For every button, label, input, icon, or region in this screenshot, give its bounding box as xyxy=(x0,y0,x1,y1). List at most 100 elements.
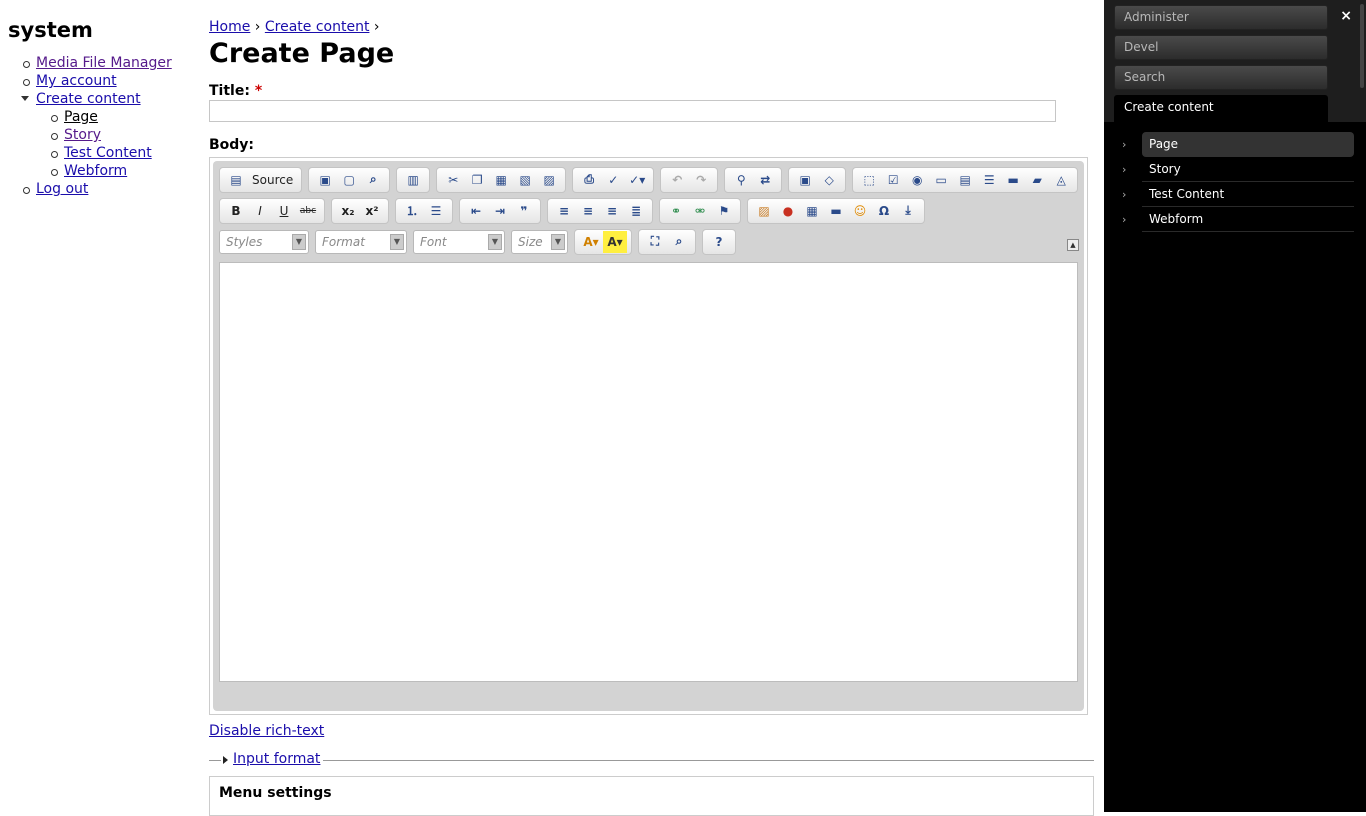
disable-rich-text-link[interactable]: Disable rich-text xyxy=(209,723,324,739)
menu-settings-legend[interactable]: Menu settings xyxy=(219,785,332,801)
form-icon[interactable]: ⬚ xyxy=(857,169,881,191)
help-icon[interactable]: ? xyxy=(707,231,731,253)
align-center-icon[interactable]: ≡ xyxy=(576,200,600,222)
admin-menu-item-label: Test Content xyxy=(1142,182,1354,207)
blockquote-icon[interactable]: ❞ xyxy=(512,200,536,222)
find-icon[interactable]: ⚲ xyxy=(729,169,753,191)
input-format-link[interactable]: Input format xyxy=(233,751,320,767)
horizontal-rule-icon[interactable]: ▬ xyxy=(824,200,848,222)
replace-icon[interactable]: ⇄ xyxy=(753,169,777,191)
nav-link-log-out[interactable]: Log out xyxy=(36,181,88,197)
chevron-right-icon: › xyxy=(1122,213,1127,226)
paste-word-icon[interactable]: ▨ xyxy=(537,169,561,191)
nav-link-story[interactable]: Story xyxy=(64,127,101,143)
remove-format-icon[interactable]: ◇ xyxy=(817,169,841,191)
new-page-icon[interactable]: ▢ xyxy=(337,169,361,191)
align-right-icon[interactable]: ≡ xyxy=(600,200,624,222)
textarea-icon[interactable]: ▤ xyxy=(953,169,977,191)
strikethrough-icon[interactable]: abc xyxy=(296,200,320,222)
background-color-icon[interactable]: A▾ xyxy=(603,230,627,253)
chevron-down-icon: ▼ xyxy=(390,233,404,250)
source-button[interactable]: Source xyxy=(248,169,297,191)
nav-link-create-content[interactable]: Create content xyxy=(36,91,141,107)
text-color-icon[interactable]: A▾ xyxy=(579,231,603,253)
copy-icon[interactable]: ❐ xyxy=(465,169,489,191)
nav-link-page[interactable]: Page xyxy=(64,109,98,125)
nav-subitem-webform: Webform xyxy=(51,162,198,180)
button-icon[interactable]: ▬ xyxy=(1001,169,1025,191)
admin-tab-devel[interactable]: Devel xyxy=(1114,35,1328,60)
toolbar-group-undo: ↶ ↷ xyxy=(660,166,719,193)
table-icon[interactable]: ▦ xyxy=(800,200,824,222)
templates-icon[interactable]: ▥ xyxy=(401,169,425,191)
paste-icon[interactable]: ▦ xyxy=(489,169,513,191)
nav-link-my-account[interactable]: My account xyxy=(36,73,117,89)
select-all-icon[interactable]: ▣ xyxy=(793,169,817,191)
undo-icon[interactable]: ↶ xyxy=(665,169,689,191)
admin-tab-create-content[interactable]: Create content xyxy=(1114,95,1328,122)
outdent-icon[interactable]: ⇤ xyxy=(464,200,488,222)
underline-icon[interactable]: U xyxy=(272,200,296,222)
flash-icon[interactable]: ● xyxy=(776,200,800,222)
superscript-icon[interactable]: x² xyxy=(360,200,384,222)
justify-icon[interactable]: ≣ xyxy=(624,200,648,222)
admin-menu-item-story[interactable]: › Story xyxy=(1122,157,1366,182)
redo-icon[interactable]: ↷ xyxy=(689,169,713,191)
image-icon[interactable]: ▨ xyxy=(752,200,776,222)
admin-menu-item-webform[interactable]: › Webform xyxy=(1122,207,1366,232)
text-field-icon[interactable]: ▭ xyxy=(929,169,953,191)
numbered-list-icon[interactable]: ⒈ xyxy=(400,200,424,222)
close-icon[interactable]: × xyxy=(1340,8,1352,24)
align-left-icon[interactable]: ≡ xyxy=(552,200,576,222)
smiley-icon[interactable]: ☺ xyxy=(848,200,872,222)
subscript-icon[interactable]: x₂ xyxy=(336,200,360,222)
breadcrumb-home[interactable]: Home xyxy=(209,19,250,35)
save-icon[interactable]: ▣ xyxy=(313,169,337,191)
admin-menu-item-page[interactable]: › Page xyxy=(1122,132,1366,157)
collapse-toolbar-icon[interactable]: ▲ xyxy=(1067,239,1079,251)
spellcheck-icon[interactable]: ✓ xyxy=(601,169,625,191)
styles-combo-label: Styles xyxy=(226,234,263,249)
radio-icon[interactable]: ◉ xyxy=(905,169,929,191)
admin-menu-item-test-content[interactable]: › Test Content xyxy=(1122,182,1366,207)
image-button-icon[interactable]: ▰ xyxy=(1025,169,1049,191)
size-combo[interactable]: Size ▼ xyxy=(511,229,568,254)
page-break-icon[interactable]: ⤓ xyxy=(896,200,920,222)
maximize-icon[interactable]: ⛶ xyxy=(643,231,667,253)
font-combo[interactable]: Font ▼ xyxy=(413,229,505,254)
italic-icon[interactable]: I xyxy=(248,200,272,222)
toolbar-row-3: Styles ▼ Format ▼ Font ▼ Size ▼ A▾ A▾ ⛶ … xyxy=(219,226,1078,257)
preview-icon[interactable]: ⌕ xyxy=(361,169,385,191)
breadcrumb-create-content[interactable]: Create content xyxy=(265,19,370,35)
admin-scrollbar[interactable] xyxy=(1360,4,1364,88)
indent-icon[interactable]: ⇥ xyxy=(488,200,512,222)
hidden-field-icon[interactable]: ◬ xyxy=(1049,169,1073,191)
nav-link-webform[interactable]: Webform xyxy=(64,163,127,179)
unlink-icon[interactable]: ⚮ xyxy=(688,200,712,222)
admin-tab-administer[interactable]: Administer xyxy=(1114,5,1328,30)
admin-tab-search[interactable]: Search xyxy=(1114,65,1328,90)
nav-link-media-file-manager[interactable]: Media File Manager xyxy=(36,55,172,71)
toolbar-group-tools: ⛶ ⌕ xyxy=(638,228,696,255)
bulleted-list-icon[interactable]: ☰ xyxy=(424,200,448,222)
editor-content-area[interactable] xyxy=(219,262,1078,682)
spellcheck-as-you-type-icon[interactable]: ✓▾ xyxy=(625,169,649,191)
select-field-icon[interactable]: ☰ xyxy=(977,169,1001,191)
print-icon[interactable]: ⎙ xyxy=(577,169,601,191)
bold-icon[interactable]: B xyxy=(224,200,248,222)
format-combo[interactable]: Format ▼ xyxy=(315,229,407,254)
admin-menu-panel: Administer Devel Search Create content ×… xyxy=(1104,0,1366,812)
source-icon: ▤ xyxy=(230,172,242,187)
checkbox-icon[interactable]: ☑ xyxy=(881,169,905,191)
paste-text-icon[interactable]: ▧ xyxy=(513,169,537,191)
show-blocks-icon[interactable]: ⌕ xyxy=(667,231,691,253)
editor-chrome: ▤ Source ▣ ▢ ⌕ ▥ ✂ ❐ ▦ ▧ ▨ ⎙ ✓ ✓▾ ↶ ↷ ⚲ … xyxy=(213,161,1084,711)
title-input[interactable] xyxy=(209,100,1056,122)
anchor-icon[interactable]: ⚑ xyxy=(712,200,736,222)
link-icon[interactable]: ⚭ xyxy=(664,200,688,222)
nav-link-test-content[interactable]: Test Content xyxy=(64,145,152,161)
special-character-icon[interactable]: Ω xyxy=(872,200,896,222)
cut-icon[interactable]: ✂ xyxy=(441,169,465,191)
toolbar-group-basic-styles: B I U abc xyxy=(219,197,325,224)
styles-combo[interactable]: Styles ▼ xyxy=(219,229,309,254)
